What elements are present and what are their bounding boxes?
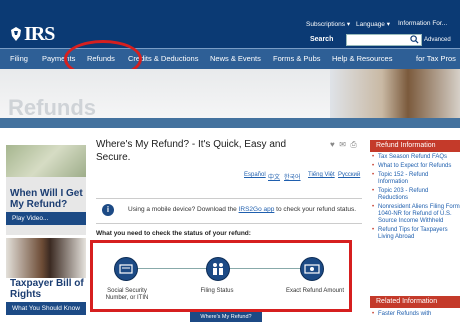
search-label: Search	[310, 36, 334, 43]
bill-of-rights-photo	[6, 238, 86, 278]
refund-info-link[interactable]: Topic 152 - Refund Information	[370, 172, 460, 186]
irs-logo[interactable]: IRS	[24, 23, 55, 46]
nav-help-resources[interactable]: Help & Resources	[332, 54, 392, 63]
mobile-text-prefix: Using a mobile device? Download the	[128, 206, 239, 213]
info-icon: i	[102, 204, 114, 216]
requirements-heading: What you need to check the status of you…	[96, 230, 251, 237]
search-icon[interactable]	[410, 35, 419, 44]
related-info-header: Related Information	[370, 296, 460, 308]
share-icon[interactable]: ✉	[339, 140, 346, 149]
lang-chinese[interactable]: 中文	[268, 172, 280, 181]
nav-tax-pros[interactable]: for Tax Pros	[416, 54, 456, 63]
related-info-list: Faster Refunds with	[370, 311, 460, 320]
refund-info-link[interactable]: Nonresident Aliens Filing Form 1040-NR f…	[370, 204, 460, 225]
money-image	[6, 145, 86, 177]
refund-info-link[interactable]: What to Expect for Refunds	[370, 163, 460, 170]
advanced-search-link[interactable]: Advanced	[424, 37, 451, 43]
banner-photo	[330, 69, 460, 121]
lang-vietnamese[interactable]: Tiếng Việt	[308, 172, 335, 178]
play-video-button[interactable]: Play Video...	[6, 212, 86, 225]
language-menu[interactable]: Language ▾	[356, 20, 390, 28]
lang-spanish[interactable]: Español	[244, 172, 266, 178]
irs-eagle-icon	[11, 27, 21, 41]
refund-info-header: Refund Information	[370, 140, 460, 152]
nav-forms-pubs[interactable]: Forms & Pubs	[273, 54, 321, 63]
subscriptions-menu[interactable]: Subscriptions ▾	[306, 20, 350, 28]
lang-russian[interactable]: Русский	[338, 172, 360, 178]
nav-filing[interactable]: Filing	[10, 54, 28, 63]
refund-info-list: Tax Season Refund FAQs What to Expect fo…	[370, 154, 460, 243]
promo-bill-rights-title[interactable]: Taxpayer Bill of Rights	[10, 278, 86, 300]
share-icons[interactable]: ♥ ✉ ⎙	[330, 140, 357, 150]
lang-korean[interactable]: 한국어	[284, 172, 301, 181]
refund-info-link[interactable]: Refund Tips for Taxpayers Living Abroad	[370, 227, 460, 241]
refund-info-link[interactable]: Tax Season Refund FAQs	[370, 154, 460, 161]
banner-stripe	[0, 118, 460, 128]
highlight-box	[90, 240, 352, 312]
irs2go-link[interactable]: IRS2Go app	[239, 206, 275, 213]
related-info-link[interactable]: Faster Refunds with	[370, 311, 460, 318]
promo-refund-title[interactable]: When Will I Get My Refund?	[10, 188, 86, 210]
nav-news-events[interactable]: News & Events	[210, 54, 261, 63]
print-icon[interactable]: ⎙	[350, 140, 356, 149]
refund-info-link[interactable]: Topic 203 - Refund Reductions	[370, 188, 460, 202]
information-for-menu[interactable]: Information For...	[398, 20, 447, 27]
mobile-text: Using a mobile device? Download the IRS2…	[128, 206, 356, 213]
page-title: Where's My Refund? - It's Quick, Easy an…	[96, 139, 286, 163]
favorite-icon[interactable]: ♥	[330, 140, 335, 149]
what-you-should-know-button[interactable]: What You Should Know	[6, 302, 86, 315]
mobile-text-suffix: to check your refund status.	[274, 206, 357, 213]
wheres-my-refund-button[interactable]: Where's My Refund?	[190, 312, 262, 322]
